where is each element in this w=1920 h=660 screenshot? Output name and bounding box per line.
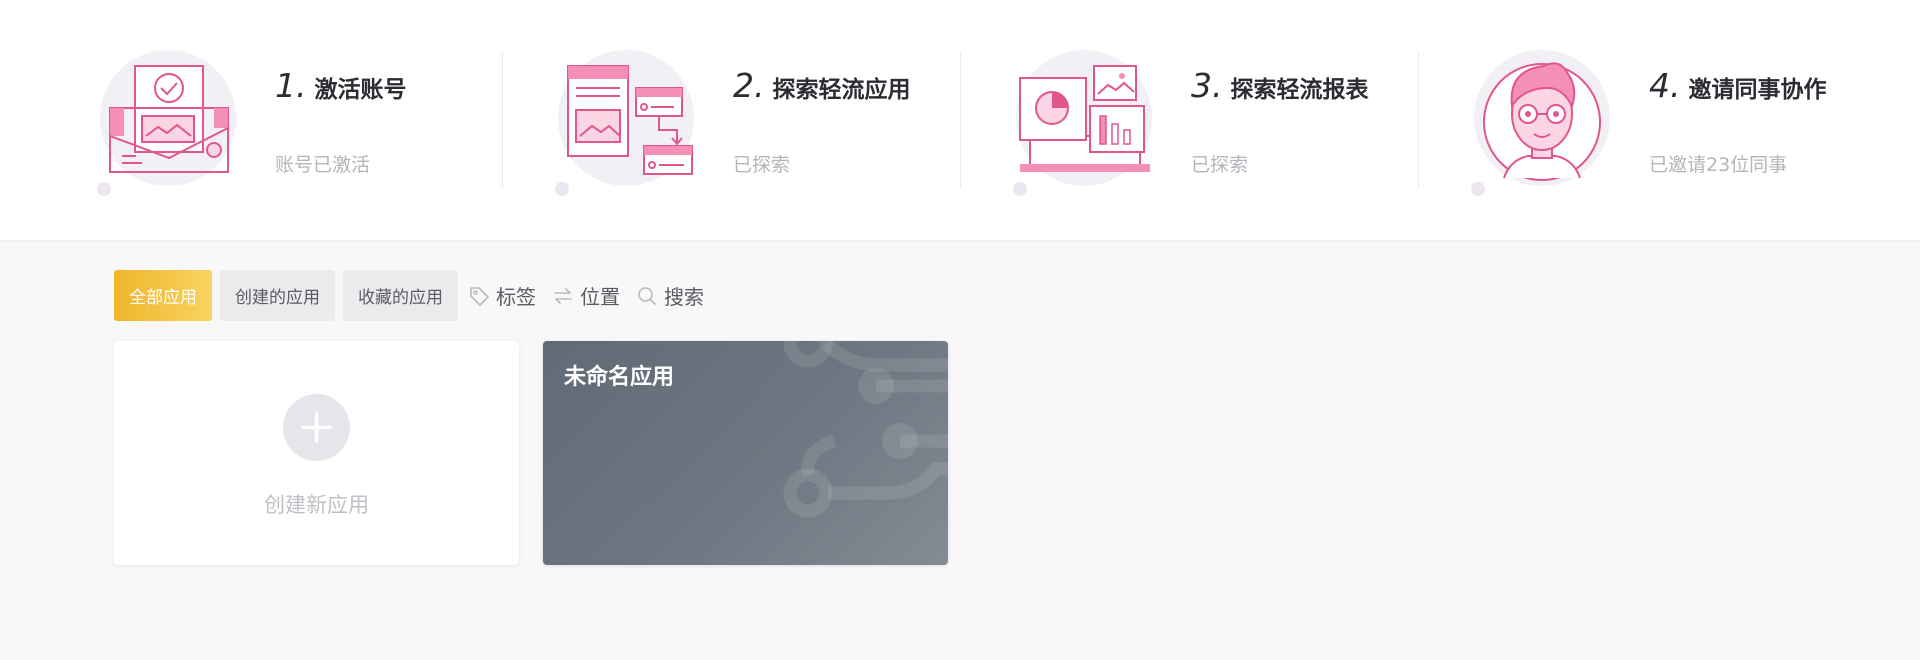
step-divider xyxy=(1418,52,1419,188)
position-sort-button[interactable]: 位置 xyxy=(552,281,620,310)
tab-all-apps[interactable]: 全部应用 xyxy=(114,270,212,321)
step-number: 2. xyxy=(733,66,765,105)
position-sort-label: 位置 xyxy=(580,285,620,309)
step-title: 4. 邀请同事协作 xyxy=(1649,66,1827,105)
step-title-text: 邀请同事协作 xyxy=(1688,77,1827,103)
app-name: 未命名应用 xyxy=(564,365,675,390)
circuit-pattern-icon xyxy=(783,341,948,518)
step-invite-colleagues[interactable]: 4. 邀请同事协作 已邀请23位同事 xyxy=(1419,0,1877,240)
explore-report-illustration xyxy=(1006,48,1156,198)
step-divider xyxy=(960,52,961,188)
step-number: 4. xyxy=(1649,66,1681,105)
step-status: 已探索 xyxy=(1191,154,1249,176)
step-explore-report[interactable]: 3. 探索轻流报表 已探索 xyxy=(961,0,1419,240)
step-title: 1. 激活账号 xyxy=(275,66,407,105)
step-title: 3. 探索轻流报表 xyxy=(1191,66,1369,105)
app-card[interactable]: 未命名应用 xyxy=(543,341,948,565)
filter-bar: 全部应用 创建的应用 收藏的应用 标签 位置 搜索 xyxy=(114,270,718,321)
explore-app-illustration xyxy=(548,48,698,198)
create-app-card[interactable]: 创建新应用 xyxy=(114,341,519,565)
tab-favorite-apps[interactable]: 收藏的应用 xyxy=(343,270,458,321)
search-label: 搜索 xyxy=(664,285,704,309)
invite-colleagues-illustration xyxy=(1464,48,1614,198)
step-status: 账号已激活 xyxy=(275,154,371,176)
step-status: 已探索 xyxy=(733,154,791,176)
step-activate-account[interactable]: 1. 激活账号 账号已激活 xyxy=(45,0,503,240)
step-number: 1. xyxy=(275,66,307,105)
search-button[interactable]: 搜索 xyxy=(636,281,704,310)
search-icon xyxy=(638,286,656,305)
tag-filter-button[interactable]: 标签 xyxy=(468,281,536,310)
step-title-text: 激活账号 xyxy=(314,77,407,103)
step-explore-app[interactable]: 2. 探索轻流应用 已探索 xyxy=(503,0,961,240)
tag-icon xyxy=(470,286,489,306)
tag-filter-label: 标签 xyxy=(496,285,536,309)
step-number: 3. xyxy=(1191,66,1223,105)
activate-account-illustration xyxy=(90,48,240,198)
step-title-text: 探索轻流应用 xyxy=(772,77,911,103)
step-status: 已邀请23位同事 xyxy=(1649,154,1788,176)
swap-arrows-icon xyxy=(554,287,572,304)
step-title: 2. 探索轻流应用 xyxy=(733,66,911,105)
step-title-text: 探索轻流报表 xyxy=(1230,77,1369,103)
create-app-label: 创建新应用 xyxy=(264,493,369,517)
tab-created-apps[interactable]: 创建的应用 xyxy=(220,270,335,321)
onboarding-steps: 1. 激活账号 账号已激活 2. 探索轻流应用 已探索 3. 探索轻流报表 已探… xyxy=(0,0,1920,240)
add-icon xyxy=(283,394,350,461)
step-divider xyxy=(502,52,503,188)
